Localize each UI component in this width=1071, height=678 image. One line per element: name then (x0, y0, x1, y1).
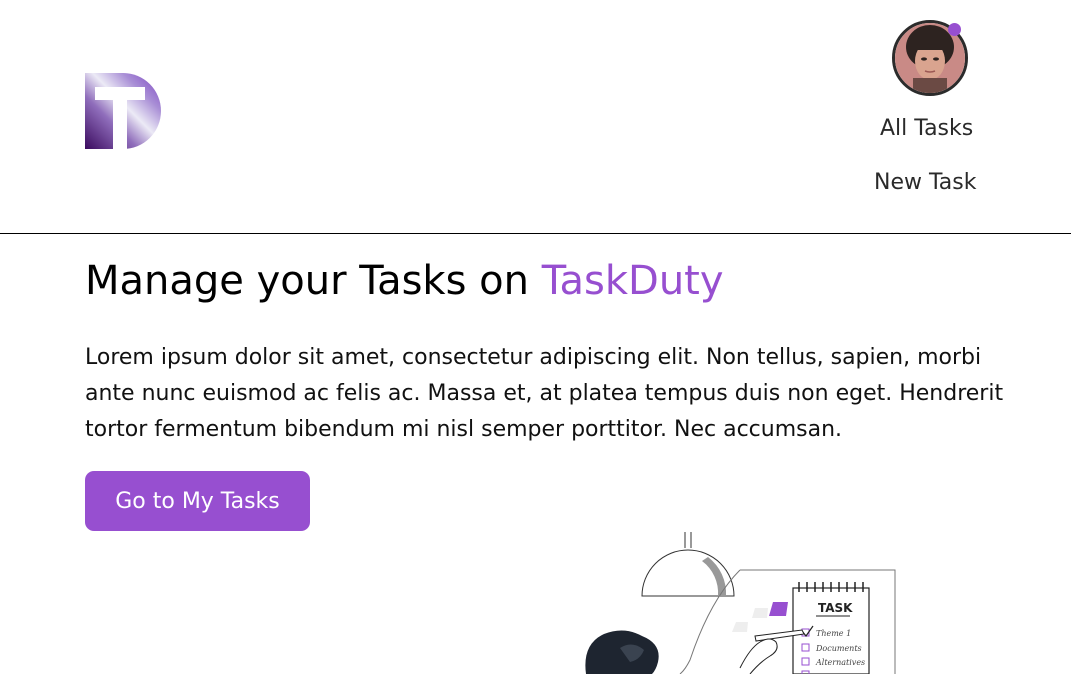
site-header: All Tasks New Task (0, 0, 1071, 234)
task-item-2: Documents (815, 644, 862, 653)
nav-new-task[interactable]: New Task (874, 170, 976, 195)
hero-description: Lorem ipsum dolor sit amet, consectetur … (85, 345, 1004, 442)
note-title: TASK (818, 601, 853, 615)
profile-avatar[interactable] (892, 20, 968, 96)
nav-all-tasks[interactable]: All Tasks (880, 116, 973, 141)
hero-title-brand: TaskDuty (541, 258, 724, 304)
online-status-dot (948, 23, 961, 36)
task-item-1: Theme 1 (816, 629, 851, 638)
go-to-my-tasks-button[interactable]: Go to My Tasks (85, 471, 310, 531)
taskduty-logo[interactable] (85, 73, 161, 149)
hero-title: Manage your Tasks on TaskDuty (85, 258, 724, 304)
hero-illustration: TASK Theme 1 Documents Alternatives (580, 530, 910, 678)
task-item-3: Alternatives (815, 658, 865, 667)
hero-title-prefix: Manage your Tasks on (85, 258, 542, 304)
